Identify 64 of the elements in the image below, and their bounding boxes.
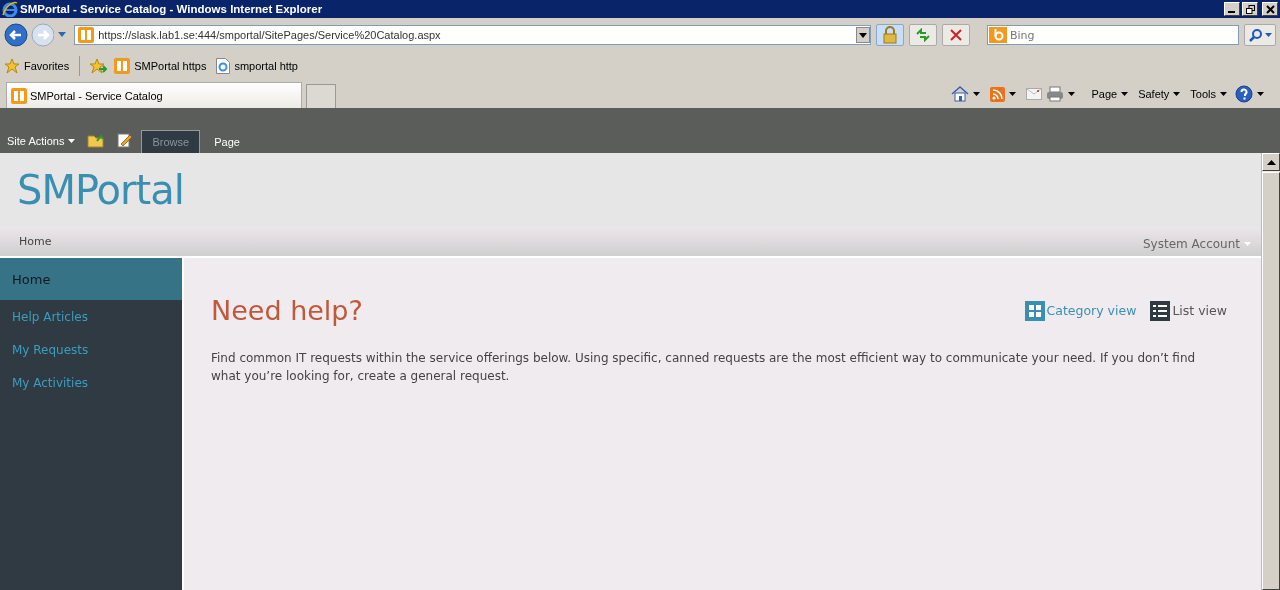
browser-tab[interactable]: SMPortal - Service Catalog (6, 82, 302, 108)
browser-logo-icon (2, 1, 18, 17)
caret-icon (1121, 92, 1129, 96)
grid-icon (1024, 300, 1045, 321)
page-icon (216, 58, 231, 74)
user-menu[interactable]: System Account (1143, 236, 1251, 251)
back-button[interactable] (4, 23, 28, 47)
close-icon (950, 29, 962, 41)
command-menu[interactable]: Tools (1190, 88, 1227, 100)
caret-icon (1264, 33, 1272, 37)
caret-icon (1173, 92, 1181, 96)
lock-button[interactable] (876, 24, 904, 46)
sidebar-item[interactable]: My Activities (0, 366, 182, 399)
command-menu[interactable]: Page (1091, 88, 1129, 100)
print-icon[interactable] (1046, 86, 1065, 102)
caret-icon (1244, 241, 1251, 246)
page-heading: Need help? (211, 295, 363, 326)
caret-icon[interactable] (1009, 92, 1017, 96)
scroll-up-button[interactable] (1262, 153, 1280, 171)
intro-text: Find common IT requests within the service offerings below. Using specific, canned requests are the most efficient way to communicate your need. If you don’t find what you’re looking for, create a general request. (211, 350, 1197, 385)
search-icon (1248, 28, 1263, 42)
stop-button[interactable] (942, 24, 970, 46)
top-nav-link[interactable]: Home (19, 235, 52, 248)
close-button[interactable] (1262, 2, 1278, 16)
minimize-button[interactable] (1224, 2, 1240, 16)
help-icon[interactable] (1235, 85, 1253, 103)
window-title: SMPortal - Service Catalog - Windows Internet Explorer (20, 3, 323, 15)
refresh-icon (915, 28, 931, 42)
sidebar-item[interactable]: Help Articles (0, 300, 182, 333)
view-option[interactable]: List view (1150, 300, 1227, 321)
caret-icon (1220, 92, 1227, 96)
favorite-link[interactable]: smportal http (216, 58, 298, 74)
sidebar-item[interactable]: My Requests (0, 333, 182, 366)
site-icon (78, 27, 95, 43)
caret-icon (68, 139, 76, 143)
site-icon (114, 58, 131, 74)
ribbon-tab[interactable]: Page (204, 130, 250, 153)
up-arrow-icon (1266, 159, 1276, 165)
caret-icon[interactable] (1257, 92, 1264, 96)
edit-icon[interactable] (117, 132, 134, 148)
address-field[interactable]: https://slask.lab1.se:444/smportal/SitePages/Service%20Catalog.aspx (74, 25, 871, 45)
close-icon (1265, 4, 1275, 14)
caret-icon[interactable] (1068, 92, 1076, 96)
caret-icon[interactable] (973, 92, 981, 96)
favorites-button[interactable]: Favorites (4, 58, 70, 74)
list-icon (1150, 300, 1171, 321)
favorite-link[interactable]: SMPortal https (114, 58, 207, 74)
sidebar-item[interactable]: Home (0, 258, 182, 300)
star-icon (4, 58, 20, 74)
home-icon[interactable] (951, 86, 970, 102)
refresh-button[interactable] (909, 24, 937, 46)
padlock-icon (882, 26, 898, 44)
restore-icon (1245, 4, 1255, 14)
site-actions-menu[interactable]: Site Actions (7, 135, 76, 147)
ribbon-tab[interactable]: Browse (141, 130, 201, 153)
site-icon (11, 87, 27, 104)
caret-icon (859, 32, 867, 38)
command-menu[interactable]: Safety (1138, 88, 1181, 100)
folder-icon[interactable] (87, 132, 106, 148)
dropdown-button[interactable] (856, 27, 870, 43)
restore-button[interactable] (1242, 2, 1258, 16)
search-button[interactable] (1244, 24, 1276, 46)
scrollbar[interactable] (1261, 153, 1280, 590)
search-field[interactable]: Bing (987, 25, 1239, 45)
